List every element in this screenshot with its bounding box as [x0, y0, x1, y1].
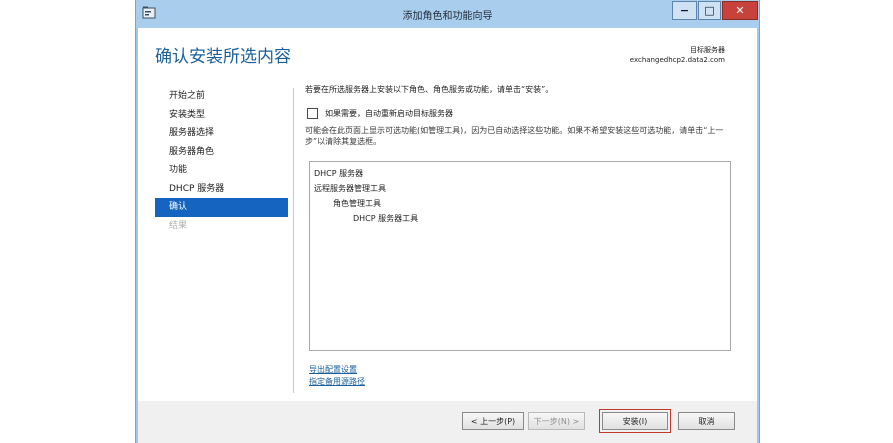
nav-item-installation-type[interactable]: 安装类型: [155, 106, 288, 125]
nav-item-dhcp-server[interactable]: DHCP 服务器: [155, 180, 288, 199]
previous-button[interactable]: < 上一步(P): [462, 412, 524, 430]
list-item: DHCP 服务器: [314, 169, 364, 178]
nav-item-features[interactable]: 功能: [155, 161, 288, 180]
maximize-button[interactable]: □: [698, 1, 721, 20]
list-item: DHCP 服务器工具: [353, 214, 419, 223]
nav-item-server-roles[interactable]: 服务器角色: [155, 143, 288, 162]
restart-option[interactable]: 如果需要，自动重新启动目标服务器: [307, 108, 453, 119]
wizard-window: 添加角色和功能向导 − □ ✕ 确认安装所选内容 目标服务器 exchanged…: [135, 0, 760, 443]
page-title: 确认安装所选内容: [155, 47, 291, 67]
nav-item-before-you-begin[interactable]: 开始之前: [155, 87, 288, 106]
export-configuration-link[interactable]: 导出配置设置: [309, 364, 357, 375]
destination-server-label: 目标服务器: [690, 46, 725, 54]
install-button[interactable]: 安装(I): [599, 409, 671, 433]
instruction-text: 若要在所选服务器上安装以下角色、角色服务或功能，请单击“安装”。: [305, 85, 554, 94]
confirmation-panel: 若要在所选服务器上安装以下角色、角色服务或功能，请单击“安装”。 如果需要，自动…: [305, 84, 735, 146]
selected-features-list[interactable]: DHCP 服务器 远程服务器管理工具 角色管理工具 DHCP 服务器工具: [309, 161, 731, 351]
close-button[interactable]: ✕: [722, 1, 758, 20]
nav-divider: [293, 88, 294, 393]
maximize-icon: □: [704, 4, 715, 17]
alternate-source-path-link[interactable]: 指定备用源路径: [309, 376, 365, 387]
restart-checkbox[interactable]: [307, 108, 318, 119]
list-item: 角色管理工具: [333, 199, 381, 208]
button-bar: < 上一步(P) 下一步(N) > 安装(I) 取消: [138, 401, 757, 443]
nav-item-results: 结果: [169, 220, 188, 231]
cancel-button[interactable]: 取消: [678, 412, 735, 430]
window-title: 添加角色和功能向导: [402, 11, 493, 22]
destination-server-value: exchangedhcp2.data2.com: [629, 56, 725, 64]
list-item: 远程服务器管理工具: [314, 184, 386, 193]
close-icon: ✕: [735, 4, 745, 17]
title-bar[interactable]: 添加角色和功能向导 − □ ✕: [136, 0, 759, 28]
restart-checkbox-label[interactable]: 如果需要，自动重新启动目标服务器: [325, 108, 453, 119]
next-button[interactable]: 下一步(N) >: [528, 412, 585, 430]
optional-features-note: 可能会在此页面上显示可选功能(如管理工具)，因为已自动选择这些功能。如果不希望安…: [305, 126, 724, 146]
wizard-steps-nav: 开始之前 安装类型 服务器选择 服务器角色 功能 DHCP 服务器 确认 结果: [155, 87, 288, 235]
wizard-content: 确认安装所选内容 目标服务器 exchangedhcp2.data2.com 开…: [138, 28, 757, 401]
minimize-icon: −: [679, 4, 690, 17]
minimize-button[interactable]: −: [672, 1, 697, 20]
nav-item-server-selection[interactable]: 服务器选择: [155, 124, 288, 143]
nav-item-confirmation[interactable]: 确认: [155, 198, 288, 217]
